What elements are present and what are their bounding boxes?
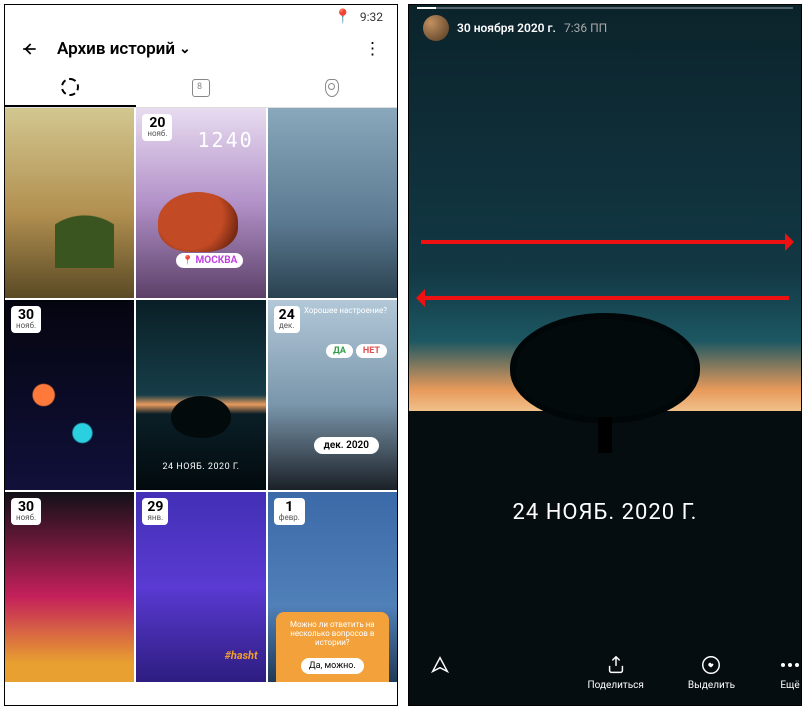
archive-item[interactable]: 30 нояб. [5,492,134,682]
story-time-label: 7:36 ПП [564,21,607,35]
date-badge: 30 нояб. [11,306,41,333]
archive-item[interactable] [5,108,134,298]
calendar-icon [192,79,210,97]
send-button[interactable] [429,654,451,691]
more-icon [779,654,801,676]
more-button[interactable]: Ещё [779,654,801,691]
poll-no: НЕТ [356,344,387,358]
story-tree [505,313,705,453]
date-badge: 29 янв. [142,498,168,525]
archive-item[interactable]: 30 нояб. [5,300,134,490]
highlight-label: Выделить [688,680,735,691]
back-arrow-icon[interactable] [19,39,39,59]
date-badge: 20 нояб. [142,114,172,141]
poll-yes: ДА [326,344,353,358]
avatar[interactable] [423,15,449,41]
story-date-label: 30 ноября 2020 г. [457,21,556,35]
story-big-date: 24 НОЯБ. 2020 Г. [409,500,801,525]
story-header: 30 ноября 2020 г. 7:36 ПП [409,5,801,51]
archive-title-text: Архив историй [57,39,175,59]
archive-item[interactable]: 24 НОЯБ. 2020 Г. [136,300,265,490]
question-sticker: Можно ли ответить на несколько вопросов … [276,612,389,682]
hashtag-sticker: #hasht [225,649,258,662]
poll-question: Хорошее настроение? [304,306,387,315]
archive-screen: 📍 9:32 Архив историй ⌄ ⋮ 20 нояб. 1240 М… [4,4,398,706]
tab-location[interactable] [266,69,397,107]
poll-sticker: ДА НЕТ [326,344,387,358]
redpanda-image [158,192,238,252]
archive-item[interactable]: 29 янв. #hasht [136,492,265,682]
stories-ring-icon [61,78,79,96]
tab-stories[interactable] [5,69,136,107]
archive-item[interactable]: 20 нояб. 1240 МОСКВА [136,108,265,298]
archive-item[interactable]: 1 февр. Можно ли ответить на несколько в… [268,492,397,682]
status-bar: 📍 9:32 [5,5,397,29]
location-indicator-icon: 📍 [334,9,351,25]
location-sticker: МОСКВА [176,253,243,268]
archive-tabs [5,69,397,108]
share-button[interactable]: Поделиться [588,654,644,691]
more-label: Ещё [780,680,799,691]
clock-overlay: 1240 [197,128,253,152]
archive-item[interactable]: 24 дек. Хорошее настроение? ДА НЕТ дек. … [268,300,397,490]
archive-item[interactable] [268,108,397,298]
location-pin-icon [325,79,339,97]
highlight-button[interactable]: Выделить [688,654,735,691]
tab-calendar[interactable] [136,69,267,107]
date-badge: 1 февр. [274,498,305,525]
highlight-icon [700,654,722,676]
story-action-bar: Поделиться Выделить Ещё [409,654,801,691]
share-label: Поделиться [588,680,644,691]
more-options-button[interactable]: ⋮ [363,39,383,59]
archive-grid: 20 нояб. 1240 МОСКВА 30 нояб. 24 НОЯБ. 2… [5,108,397,682]
month-pill: дек. 2020 [314,437,379,454]
archive-title-dropdown[interactable]: Архив историй ⌄ [57,39,191,59]
header: Архив историй ⌄ ⋮ [5,29,397,69]
status-time: 9:32 [360,10,383,24]
send-icon [429,654,451,676]
story-viewer-screen[interactable]: 30 ноября 2020 г. 7:36 ПП 24 НОЯБ. 2020 … [408,4,802,706]
story-caption: 24 НОЯБ. 2020 Г. [136,462,265,472]
share-icon [605,654,627,676]
date-badge: 30 нояб. [11,498,41,525]
chevron-down-icon: ⌄ [179,41,191,57]
date-badge: 24 дек. [274,306,300,333]
